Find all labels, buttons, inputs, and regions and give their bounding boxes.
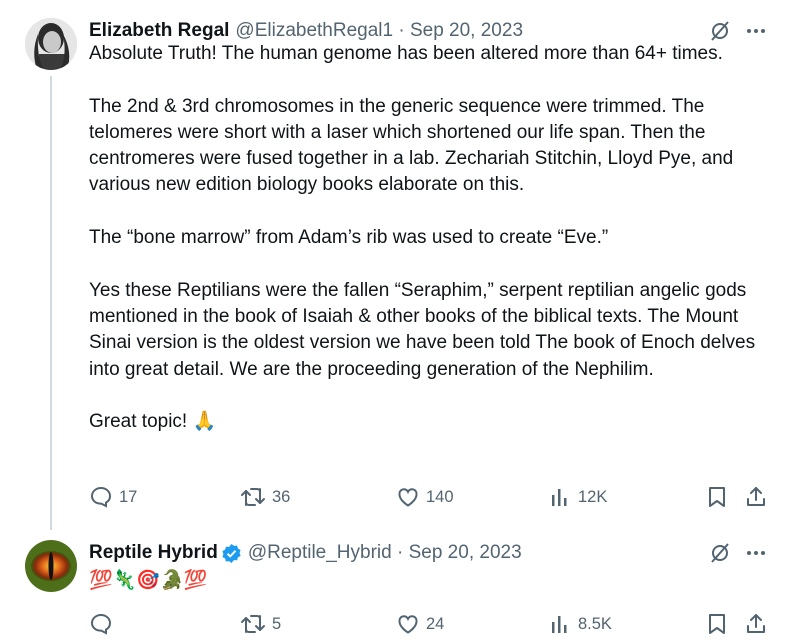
grok-icon[interactable] [709, 542, 731, 564]
reply-icon [89, 485, 113, 509]
like-button[interactable]: 140 [396, 485, 454, 509]
tweet-text: 💯🦎🎯🐊💯 [89, 570, 208, 591]
more-icon[interactable] [745, 542, 767, 564]
share-icon [744, 612, 768, 636]
tweet-text: Absolute Truth! The human genome has bee… [89, 43, 756, 433]
verified-badge-icon [221, 543, 242, 564]
repost-icon [240, 485, 266, 509]
tweet-actions: 5 24 8.5K [89, 612, 779, 638]
views-count: 12K [578, 487, 608, 506]
tweet-top-icons [709, 20, 767, 42]
reply-count: 17 [119, 487, 138, 506]
repost-button[interactable]: 5 [240, 612, 281, 636]
tweet[interactable]: Reptile Hybrid @Reptile_Hybrid · Sep 20,… [0, 540, 789, 644]
repost-count: 36 [272, 487, 291, 506]
tweet-header: Reptile Hybrid @Reptile_Hybrid · Sep 20,… [89, 540, 522, 566]
grok-icon[interactable] [709, 20, 731, 42]
tweet-top-icons [709, 542, 767, 564]
avatar[interactable] [25, 18, 77, 70]
share-button[interactable] [744, 612, 768, 636]
thread-line [50, 76, 52, 530]
views-icon [550, 612, 572, 636]
bookmark-icon [706, 485, 728, 509]
tweet-actions: 17 36 140 12K [89, 485, 779, 511]
author-name[interactable]: Elizabeth Regal [89, 20, 229, 42]
heart-icon [396, 612, 420, 636]
bookmark-button[interactable] [706, 485, 728, 509]
author-handle-date[interactable]: @Reptile_Hybrid · Sep 20, 2023 [248, 542, 522, 564]
reply-icon [89, 612, 113, 636]
repost-button[interactable]: 36 [240, 485, 290, 509]
like-count: 140 [426, 487, 454, 506]
heart-icon [396, 485, 420, 509]
like-button[interactable]: 24 [396, 612, 444, 636]
views-button[interactable]: 12K [550, 485, 607, 509]
like-count: 24 [426, 614, 445, 633]
reply-button[interactable]: 17 [89, 485, 137, 509]
author-name[interactable]: Reptile Hybrid [89, 542, 218, 564]
views-button[interactable]: 8.5K [550, 612, 612, 636]
bookmark-icon [706, 612, 728, 636]
avatar[interactable] [25, 540, 77, 592]
reply-button[interactable] [89, 612, 119, 636]
share-icon [744, 485, 768, 509]
share-button[interactable] [744, 485, 768, 509]
more-icon[interactable] [745, 20, 767, 42]
repost-count: 5 [272, 614, 282, 633]
views-count: 8.5K [578, 614, 612, 633]
repost-icon [240, 612, 266, 636]
tweet[interactable]: Elizabeth Regal @ElizabethRegal1 · Sep 2… [0, 18, 789, 518]
author-handle-date[interactable]: @ElizabethRegal1 · Sep 20, 2023 [235, 20, 523, 42]
views-icon [550, 485, 572, 509]
bookmark-button[interactable] [706, 612, 728, 636]
